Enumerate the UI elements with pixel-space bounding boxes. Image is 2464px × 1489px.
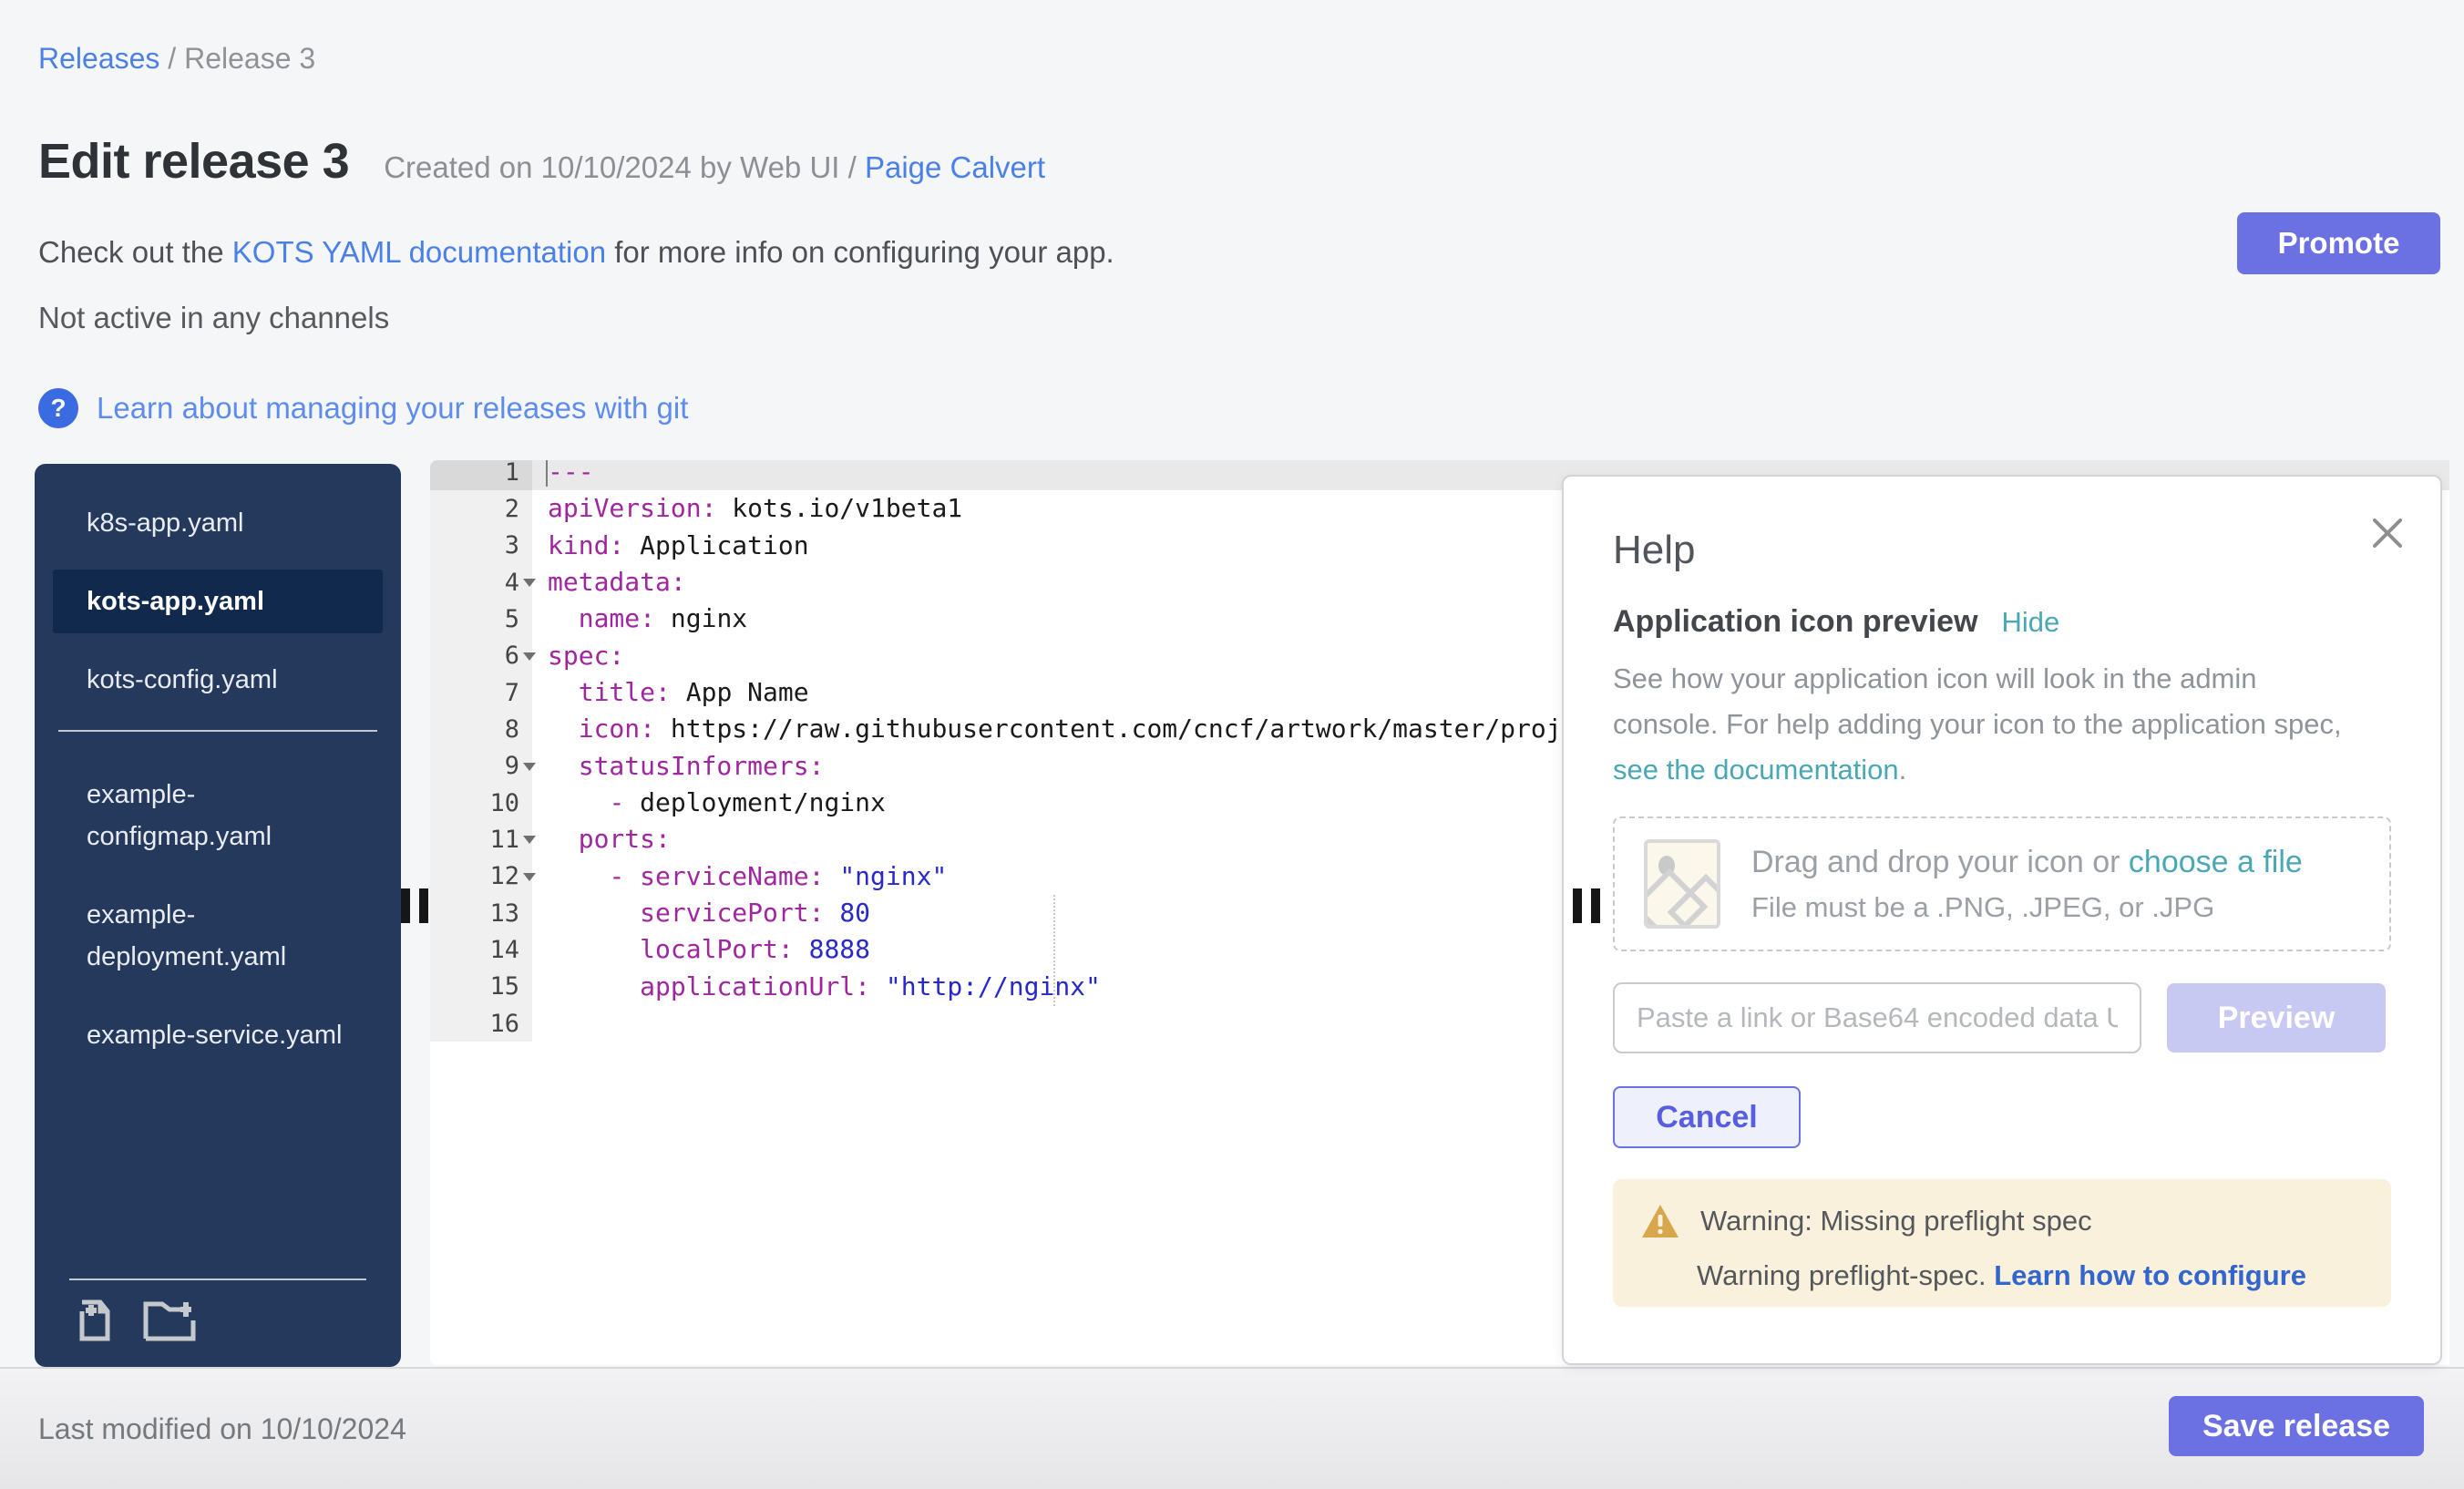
promote-button[interactable]: Promote [2237,212,2440,274]
kots-yaml-doc-link[interactable]: KOTS YAML documentation [232,235,606,269]
breadcrumb-releases-link[interactable]: Releases [38,42,159,75]
line-number: 8 [430,711,532,747]
file-group-divider [58,730,377,732]
cancel-button[interactable]: Cancel [1613,1086,1801,1148]
line-number: 16 [430,1005,532,1042]
save-release-button[interactable]: Save release [2169,1396,2424,1456]
file-item-k8s-app-yaml[interactable]: k8s-app.yaml [53,491,383,555]
line-number: 12 [430,858,532,895]
file-item-example-service-yaml[interactable]: example-service.yaml [53,1003,383,1067]
sidebar-editor-resize-handle[interactable] [401,888,430,923]
line-number: 11 [430,821,532,857]
page-title: Edit release 3 [38,133,349,190]
line-number: 15 [430,969,532,1005]
warning-body-text: Warning preflight-spec. [1697,1259,1994,1291]
file-item-example-deployment-yaml[interactable]: example-deployment.yaml [53,883,383,989]
created-author-link[interactable]: Paige Calvert [865,150,1045,184]
line-number: 7 [430,674,532,711]
file-list: k8s-app.yaml kots-app.yaml kots-config.yam… [35,464,401,1067]
new-file-icon[interactable] [75,1299,115,1347]
line-number: 6 [430,638,532,674]
title-row: Edit release 3 Created on 10/10/2024 by … [38,133,1045,190]
created-text: Created on 10/10/2024 by Web UI / [384,150,865,184]
doc-hint-suffix: for more info on configuring your app. [606,235,1114,269]
line-number: 4 [430,564,532,601]
line-number: 9 [430,748,532,785]
line-number: 2 [430,490,532,527]
icon-url-input[interactable] [1613,982,2141,1053]
line-number: 13 [430,895,532,931]
line-number: 1 [430,460,532,490]
icon-dropzone[interactable]: Drag and drop your icon or choose a file… [1613,816,2391,951]
file-item-kots-config-yaml[interactable]: kots-config.yaml [53,648,383,712]
description-text: See how your application icon will look … [1613,662,2342,740]
footer-bar: Last modified on 10/10/2024 Save release [0,1367,2464,1489]
breadcrumb-current: Release 3 [184,42,315,75]
file-sidebar: k8s-app.yaml kots-app.yaml kots-config.yam… [35,464,401,1367]
sidebar-bottom [58,1278,377,1347]
image-placeholder-icon [1644,839,1720,929]
hide-link[interactable]: Hide [2002,606,2060,639]
breadcrumb-separator: / [159,42,184,75]
file-item-example-configmap-yaml[interactable]: example-configmap.yaml [53,763,383,868]
description-period: . [1899,754,1907,786]
help-panel: Help Application icon preview Hide See h… [1562,475,2442,1365]
dropzone-hint: File must be a .PNG, .JPEG, or .JPG [1751,891,2303,924]
new-folder-icon[interactable] [142,1299,197,1347]
help-title: Help [1613,528,2391,573]
editor-help-resize-handle[interactable] [1573,888,1602,923]
channel-status: Not active in any channels [38,301,389,335]
preflight-warning-box: Warning: Missing preflight spec Warning … [1613,1179,2391,1307]
line-number: 3 [430,528,532,564]
warning-icon [1640,1203,1680,1239]
line-number: 14 [430,931,532,968]
file-item-kots-app-yaml[interactable]: kots-app.yaml [53,570,383,633]
line-number: 5 [430,601,532,637]
choose-file-link[interactable]: choose a file [2129,845,2303,879]
line-number: 10 [430,785,532,821]
breadcrumb: Releases / Release 3 [38,42,315,76]
preview-button[interactable]: Preview [2167,983,2386,1053]
git-help-row: ? Learn about managing your releases wit… [38,388,688,428]
dropzone-text: Drag and drop your icon or [1751,845,2129,879]
close-icon[interactable] [2371,517,2404,554]
last-modified-text: Last modified on 10/10/2024 [38,1412,406,1446]
warning-configure-link[interactable]: Learn how to configure [1994,1259,2306,1291]
sidebar-bottom-divider [69,1278,366,1280]
see-documentation-link[interactable]: see the documentation [1613,754,1899,786]
question-icon: ? [38,388,78,428]
created-line: Created on 10/10/2024 by Web UI / Paige … [384,150,1045,185]
icon-preview-description: See how your application icon will look … [1613,656,2369,793]
indent-guide [1053,895,1055,1006]
icon-preview-section-title: Application icon preview [1613,604,1978,640]
git-releases-link[interactable]: Learn about managing your releases with … [97,391,688,426]
doc-hint-line: Check out the KOTS YAML documentation fo… [38,235,1114,270]
doc-hint-prefix: Check out the [38,235,232,269]
warning-title: Warning: Missing preflight spec [1700,1205,2092,1237]
warning-body: Warning preflight-spec. Learn how to con… [1697,1259,2364,1292]
